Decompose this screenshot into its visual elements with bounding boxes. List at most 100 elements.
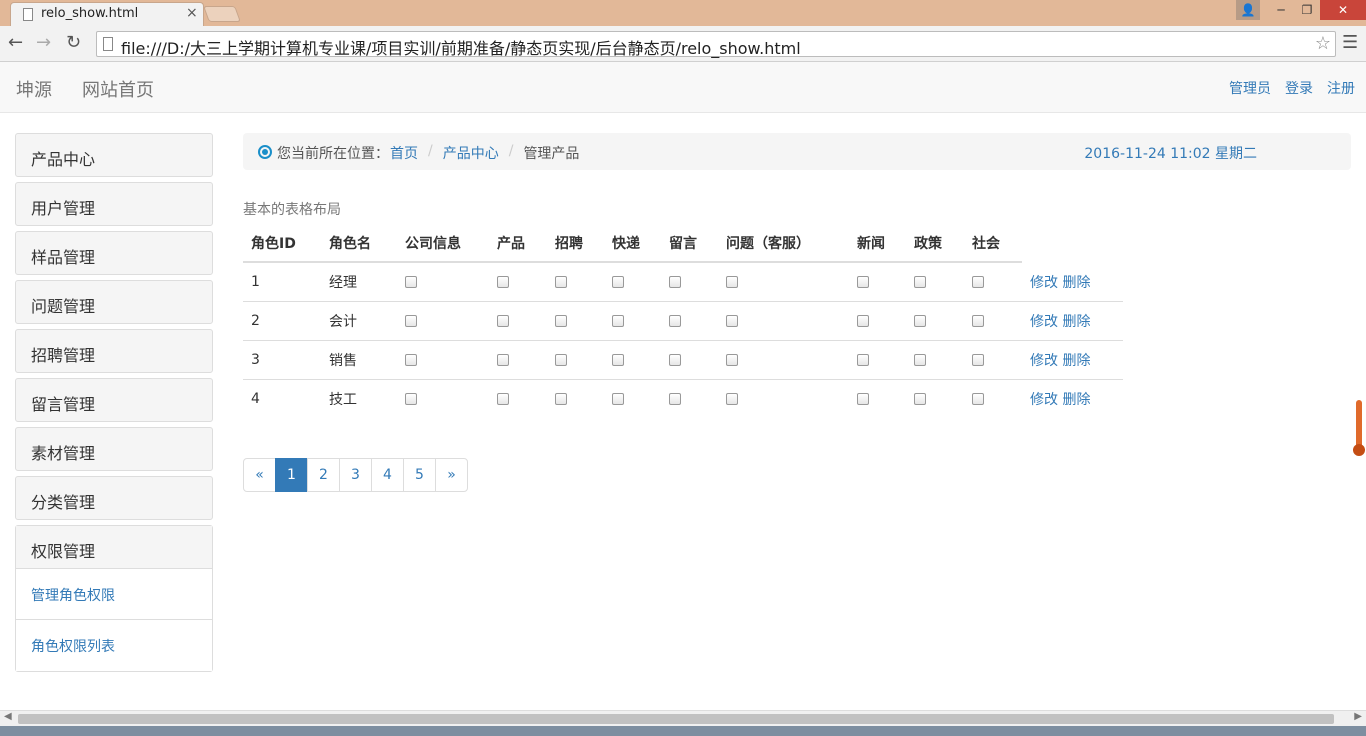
site-navbar: 坤源 网站首页 管理员 登录 注册 <box>0 62 1366 113</box>
sidebar-item-samples[interactable]: 样品管理 <box>15 231 213 275</box>
sidebar-item-products[interactable]: 产品中心 <box>15 133 213 177</box>
permission-checkbox[interactable] <box>857 392 869 405</box>
permission-checkbox[interactable] <box>405 392 417 405</box>
side-slider-handle[interactable] <box>1353 400 1365 456</box>
cell-role-name: 经理 <box>329 274 357 291</box>
permission-checkbox[interactable] <box>914 392 926 405</box>
delete-link[interactable]: 删除 <box>1062 353 1090 369</box>
browser-tab[interactable]: relo_show.html × <box>10 2 204 26</box>
permission-checkbox[interactable] <box>857 314 869 327</box>
edit-link[interactable]: 修改 <box>1030 275 1058 291</box>
minimize-icon[interactable]: ─ <box>1268 0 1294 20</box>
permission-checkbox[interactable] <box>497 314 509 327</box>
tab-title: relo_show.html <box>41 6 139 21</box>
user-icon[interactable]: 👤 <box>1236 0 1260 20</box>
sidebar-subitem-manage-roles[interactable]: 管理角色权限 <box>16 569 212 620</box>
nav-right-links: 管理员 登录 注册 <box>1229 78 1355 98</box>
permission-checkbox[interactable] <box>857 275 869 288</box>
page-1-button[interactable]: 1 <box>275 458 308 492</box>
permission-checkbox[interactable] <box>914 314 926 327</box>
permission-checkbox[interactable] <box>669 353 681 366</box>
scroll-right-icon[interactable]: ▶ <box>1354 711 1362 722</box>
permission-checkbox[interactable] <box>726 275 738 288</box>
col-role-name: 角色名 <box>321 224 397 263</box>
sidebar-item-categories[interactable]: 分类管理 <box>15 476 213 520</box>
page-next-button[interactable]: » <box>435 458 468 492</box>
delete-link[interactable]: 删除 <box>1062 275 1090 291</box>
page-3-button[interactable]: 3 <box>339 458 372 492</box>
permission-checkbox[interactable] <box>555 275 567 288</box>
address-bar[interactable]: file:///D:/大三上学期计算机专业课/项目实训/前期准备/静态页实现/后… <box>96 31 1336 58</box>
permission-checkbox[interactable] <box>497 353 509 366</box>
sidebar-item-permissions[interactable]: 权限管理 <box>16 526 212 569</box>
close-window-icon[interactable]: ✕ <box>1320 0 1366 20</box>
role-permission-table: 角色ID 角色名 公司信息 产品 招聘 快递 留言 问题（客服） 新闻 政策 社… <box>243 224 1123 418</box>
permission-checkbox[interactable] <box>972 392 984 405</box>
permission-checkbox[interactable] <box>555 353 567 366</box>
breadcrumb-home[interactable]: 首页 <box>390 143 418 163</box>
delete-link[interactable]: 删除 <box>1062 314 1090 330</box>
sidebar-item-users[interactable]: 用户管理 <box>15 182 213 226</box>
bookmark-star-icon[interactable]: ☆ <box>1315 33 1331 54</box>
col-recruitment: 招聘 <box>547 224 604 263</box>
page-4-button[interactable]: 4 <box>371 458 404 492</box>
page-prev-button[interactable]: « <box>243 458 276 492</box>
location-label: 您当前所在位置： <box>277 146 389 162</box>
scrollbar-thumb[interactable] <box>18 714 1334 724</box>
permission-checkbox[interactable] <box>612 314 624 327</box>
permission-checkbox[interactable] <box>555 392 567 405</box>
permission-checkbox[interactable] <box>405 275 417 288</box>
page-5-button[interactable]: 5 <box>403 458 436 492</box>
page-2-button[interactable]: 2 <box>307 458 340 492</box>
permission-checkbox[interactable] <box>497 392 509 405</box>
edit-link[interactable]: 修改 <box>1030 314 1058 330</box>
edit-link[interactable]: 修改 <box>1030 392 1058 408</box>
permission-checkbox[interactable] <box>726 392 738 405</box>
home-link[interactable]: 网站首页 <box>82 76 154 102</box>
maximize-icon[interactable]: ❐ <box>1294 0 1320 20</box>
datetime-display: 2016-11-24 11:02 星期二 <box>1084 146 1257 162</box>
permission-checkbox[interactable] <box>612 275 624 288</box>
permission-checkbox[interactable] <box>669 314 681 327</box>
sidebar-item-questions[interactable]: 问题管理 <box>15 280 213 324</box>
breadcrumb-products[interactable]: 产品中心 <box>443 143 499 163</box>
browser-menu-icon[interactable]: ☰ <box>1342 32 1358 53</box>
permission-checkbox[interactable] <box>555 314 567 327</box>
permission-checkbox[interactable] <box>669 392 681 405</box>
browser-titlebar: relo_show.html × 👤 ─ ❐ ✕ <box>0 0 1366 26</box>
sidebar-subitem-role-list[interactable]: 角色权限列表 <box>16 620 212 671</box>
sidebar-item-recruitment[interactable]: 招聘管理 <box>15 329 213 373</box>
admin-link[interactable]: 管理员 <box>1229 78 1271 98</box>
back-icon[interactable]: ← <box>8 32 23 53</box>
permission-checkbox[interactable] <box>914 353 926 366</box>
edit-link[interactable]: 修改 <box>1030 353 1058 369</box>
register-link[interactable]: 注册 <box>1327 78 1355 98</box>
permission-checkbox[interactable] <box>405 314 417 327</box>
sidebar-item-messages[interactable]: 留言管理 <box>15 378 213 422</box>
permission-checkbox[interactable] <box>405 353 417 366</box>
cell-role-id: 4 <box>243 378 321 418</box>
delete-link[interactable]: 删除 <box>1062 392 1090 408</box>
permission-checkbox[interactable] <box>726 314 738 327</box>
permission-checkbox[interactable] <box>669 275 681 288</box>
permission-checkbox[interactable] <box>972 353 984 366</box>
permission-checkbox[interactable] <box>612 353 624 366</box>
permission-checkbox[interactable] <box>726 353 738 366</box>
brand-link[interactable]: 坤源 <box>16 76 52 102</box>
tab-close-icon[interactable]: × <box>186 5 198 21</box>
reload-icon[interactable]: ↻ <box>66 32 81 53</box>
scroll-left-icon[interactable]: ◀ <box>4 711 12 722</box>
permission-checkbox[interactable] <box>972 275 984 288</box>
forward-icon[interactable]: → <box>36 32 51 53</box>
permission-checkbox[interactable] <box>497 275 509 288</box>
permission-checkbox[interactable] <box>857 353 869 366</box>
col-company-info: 公司信息 <box>397 224 489 263</box>
login-link[interactable]: 登录 <box>1285 78 1313 98</box>
permission-checkbox[interactable] <box>972 314 984 327</box>
permission-checkbox[interactable] <box>612 392 624 405</box>
table-header-row: 角色ID 角色名 公司信息 产品 招聘 快递 留言 问题（客服） 新闻 政策 社… <box>243 224 1123 263</box>
horizontal-scrollbar[interactable]: ◀ ▶ <box>0 710 1366 726</box>
sidebar-item-materials[interactable]: 素材管理 <box>15 427 213 471</box>
new-tab-button[interactable] <box>203 6 241 22</box>
permission-checkbox[interactable] <box>914 275 926 288</box>
